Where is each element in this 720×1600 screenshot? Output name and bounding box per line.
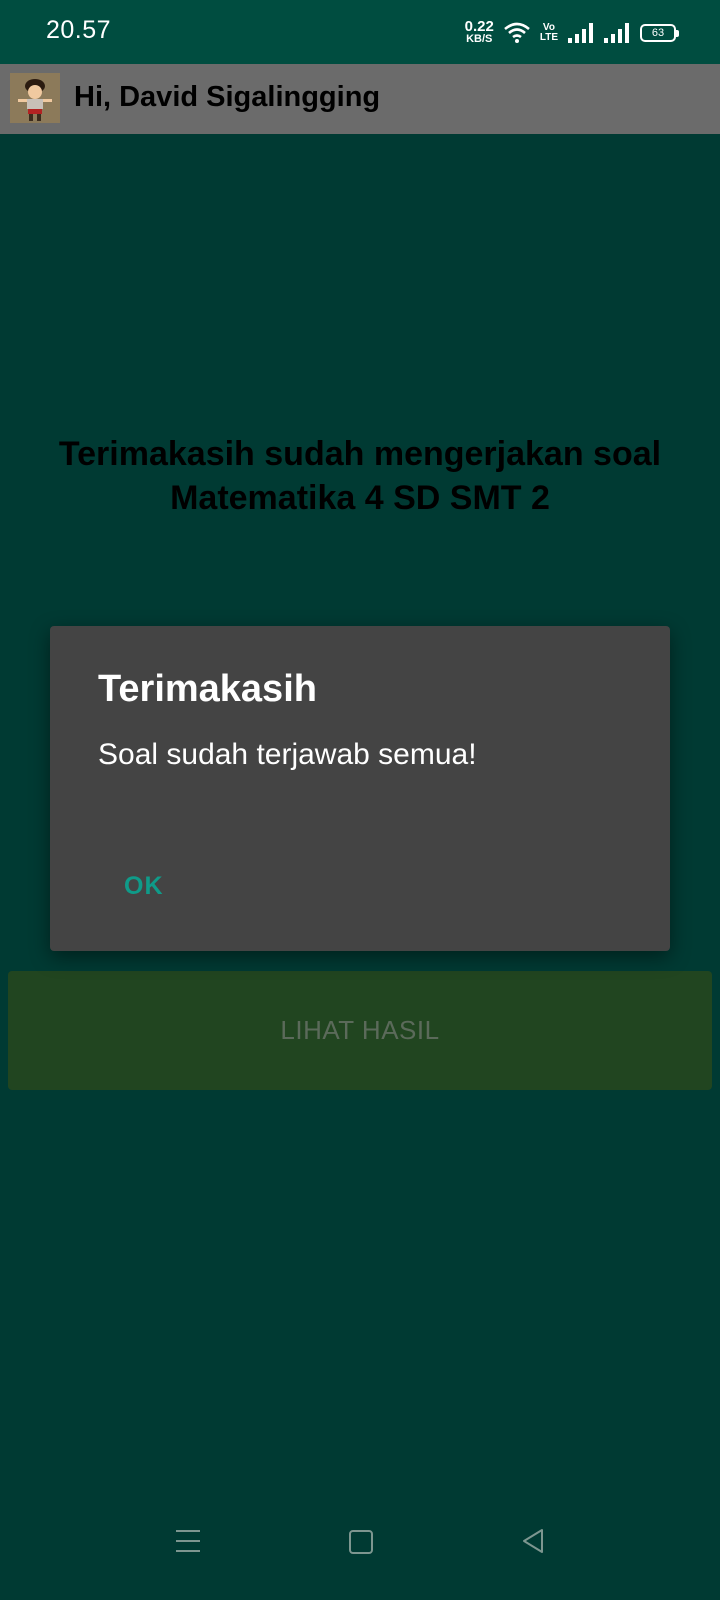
thanks-heading-line-1: Terimakasih sudah mengerjakan soal	[58, 435, 662, 473]
network-speed-unit: KB/S	[466, 33, 493, 45]
status-icons: 0.22 KB/S Vo LTE 63	[464, 16, 679, 50]
network-speed: 0.22 KB/S	[464, 18, 494, 45]
app-bar: Hi, David Sigalingging	[0, 64, 720, 134]
volte-bottom: LTE	[539, 32, 558, 43]
back-icon[interactable]	[521, 1528, 545, 1554]
status-bar: 20.57 0.22 KB/S Vo LTE 63	[0, 0, 720, 64]
app-title: Hi, David Sigalingging	[74, 81, 381, 113]
menu-icon[interactable]	[176, 1530, 200, 1552]
status-time: 20.57	[46, 16, 112, 44]
thanks-heading-line-2: Matematika 4 SD SMT 2	[170, 479, 550, 517]
signal-strength-icon-2	[604, 23, 629, 43]
dialog-title: Terimakasih	[98, 668, 317, 710]
avatar	[10, 73, 60, 123]
home-icon[interactable]	[349, 1530, 373, 1554]
dialog-message: Soal sudah terjawab semua!	[98, 738, 477, 771]
signal-strength-icon	[568, 23, 593, 43]
navigation-bar	[0, 1500, 720, 1600]
see-result-button[interactable]: LIHAT HASIL	[8, 971, 712, 1090]
battery-icon: 63	[640, 24, 679, 42]
volte-icon: Vo LTE	[540, 23, 558, 43]
wifi-icon	[504, 22, 530, 43]
ok-button[interactable]: OK	[112, 864, 176, 909]
network-speed-value: 0.22	[464, 18, 494, 35]
thank-you-dialog: Terimakasih Soal sudah terjawab semua! O…	[50, 626, 670, 951]
thanks-heading: Terimakasih sudah mengerjakan soal Matem…	[30, 432, 690, 520]
cartoon-character-avatar-icon	[10, 73, 60, 123]
